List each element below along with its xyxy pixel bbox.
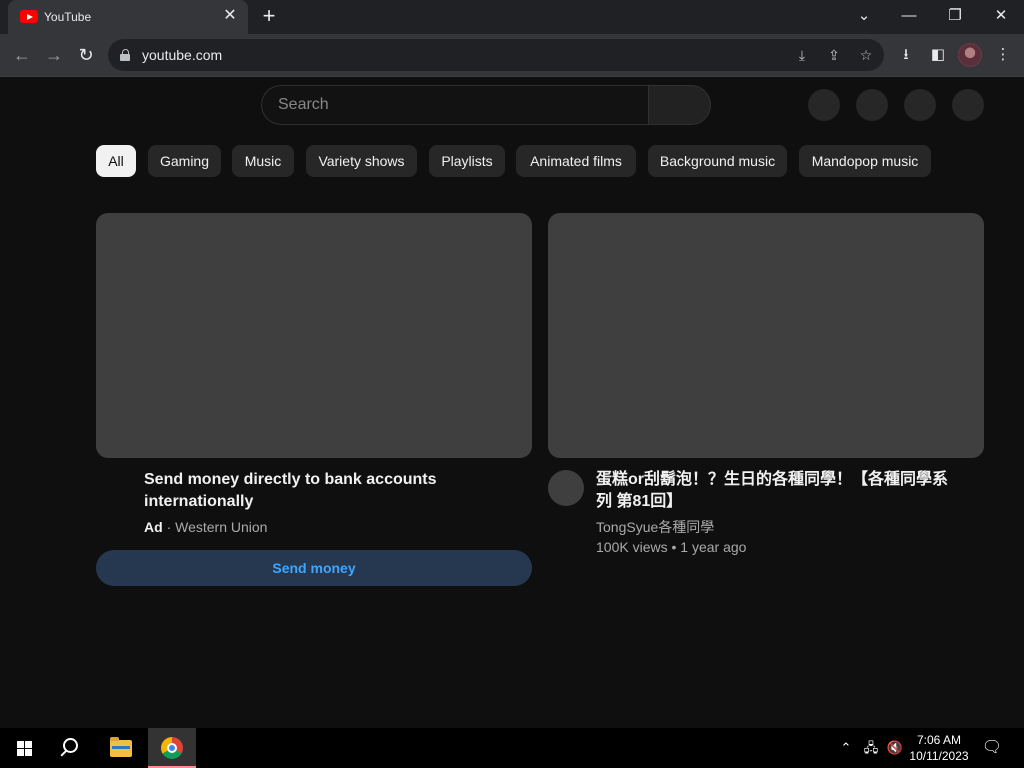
minimize-icon[interactable]: — <box>895 4 923 28</box>
meta-separator: • <box>671 539 681 555</box>
back-icon[interactable]: ← <box>9 42 35 68</box>
tab-youtube[interactable]: YouTube ✕ <box>8 0 248 34</box>
share-icon[interactable]: ⇪ <box>824 45 844 65</box>
window-close-icon[interactable]: ✕ <box>987 4 1015 28</box>
restore-icon[interactable]: ❐ <box>941 4 969 28</box>
notifications-icon[interactable]: 🗨 <box>980 728 1004 768</box>
video-stats: 100K views • 1 year ago <box>596 537 746 557</box>
sidepanel-icon[interactable]: ◧ <box>927 44 949 66</box>
ad-sponsor[interactable]: Western Union <box>175 519 267 535</box>
volume-muted-icon[interactable]: 🔇 <box>884 728 906 768</box>
header-placeholder-circle <box>952 89 984 121</box>
video-thumbnail[interactable] <box>548 213 984 458</box>
chrome-taskbar-button[interactable] <box>148 728 196 768</box>
chip-mandopop-music[interactable]: Mandopop music <box>799 145 931 177</box>
search-icon <box>63 738 78 753</box>
search-input[interactable]: Search <box>261 85 649 125</box>
install-icon[interactable]: ⤓ <box>792 45 812 65</box>
header-placeholder-circle <box>856 89 888 121</box>
browser-toolbar: ← → ↻ youtube.com ⤓ ⇪ ☆ ⭳ ◧ ⋮ <box>0 34 1024 77</box>
windows-logo-icon <box>17 741 33 756</box>
ad-title[interactable]: Send money directly to bank accounts <box>144 469 437 491</box>
new-tab-button[interactable]: + <box>258 5 280 28</box>
channel-avatar[interactable] <box>548 470 584 506</box>
tab-search-chevron-down-icon[interactable]: ⌄ <box>850 4 878 28</box>
send-money-button[interactable]: Send money <box>96 550 532 586</box>
network-icon[interactable]: 🖧 <box>860 728 882 768</box>
header-placeholder-circle <box>808 89 840 121</box>
upload-age: 1 year ago <box>680 539 747 555</box>
profile-avatar[interactable] <box>958 43 982 67</box>
close-tab-icon[interactable]: ✕ <box>222 8 238 24</box>
taskbar-clock[interactable]: 7:06 AM 10/11/2023 <box>906 732 972 764</box>
chip-background-music[interactable]: Background music <box>648 145 787 177</box>
download-icon[interactable]: ⭳ <box>895 44 917 66</box>
tab-title: YouTube <box>44 10 92 24</box>
chip-all[interactable]: All <box>96 145 136 177</box>
video-title[interactable]: 蛋糕or刮鬍泡！？生日的各種同學！【各種同學系 <box>596 469 948 491</box>
clock-time: 7:06 AM <box>916 733 962 747</box>
star-icon[interactable]: ☆ <box>856 45 876 65</box>
search-placeholder: Search <box>278 96 329 113</box>
taskbar-search-button[interactable] <box>48 728 96 768</box>
chrome-icon <box>161 737 183 759</box>
browser-titlebar: YouTube ✕ + ⌄ — ❐ ✕ <box>0 0 1024 34</box>
youtube-page: Search All Gaming Music Variety shows Pl… <box>0 78 1024 728</box>
header-placeholder-circle <box>904 89 936 121</box>
show-hidden-icons-chevron-up-icon[interactable]: ⌃ <box>836 728 856 768</box>
chip-music[interactable]: Music <box>232 145 294 177</box>
search-button[interactable] <box>648 85 711 125</box>
start-button[interactable] <box>0 728 48 768</box>
reload-icon[interactable]: ↻ <box>73 42 99 68</box>
chip-variety-shows[interactable]: Variety shows <box>306 145 417 177</box>
folder-icon <box>110 737 132 757</box>
video-title[interactable]: 列 第81回】 <box>596 491 682 513</box>
more-menu-icon[interactable]: ⋮ <box>992 44 1014 66</box>
ad-badge: Ad <box>144 519 163 535</box>
ad-meta: Ad · Western Union <box>144 517 267 537</box>
channel-name[interactable]: TongSyue各種同學 <box>596 517 714 537</box>
file-explorer-button[interactable] <box>98 728 146 768</box>
ad-thumbnail[interactable] <box>96 213 532 458</box>
windows-taskbar: ⌃ 🖧 🔇 7:06 AM 10/11/2023 🗨 <box>0 728 1024 768</box>
forward-icon[interactable]: → <box>41 42 67 68</box>
meta-separator: · <box>166 519 176 535</box>
url-text[interactable]: youtube.com <box>142 47 222 63</box>
chip-playlists[interactable]: Playlists <box>429 145 505 177</box>
lock-icon[interactable] <box>120 49 130 61</box>
chip-animated-films[interactable]: Animated films <box>516 145 636 177</box>
ad-title[interactable]: internationally <box>144 491 253 513</box>
view-count: 100K views <box>596 539 668 555</box>
youtube-favicon-icon <box>20 10 38 23</box>
clock-date: 10/11/2023 <box>909 749 969 763</box>
address-bar[interactable]: youtube.com ⤓ ⇪ ☆ <box>108 39 884 71</box>
chip-gaming[interactable]: Gaming <box>148 145 221 177</box>
